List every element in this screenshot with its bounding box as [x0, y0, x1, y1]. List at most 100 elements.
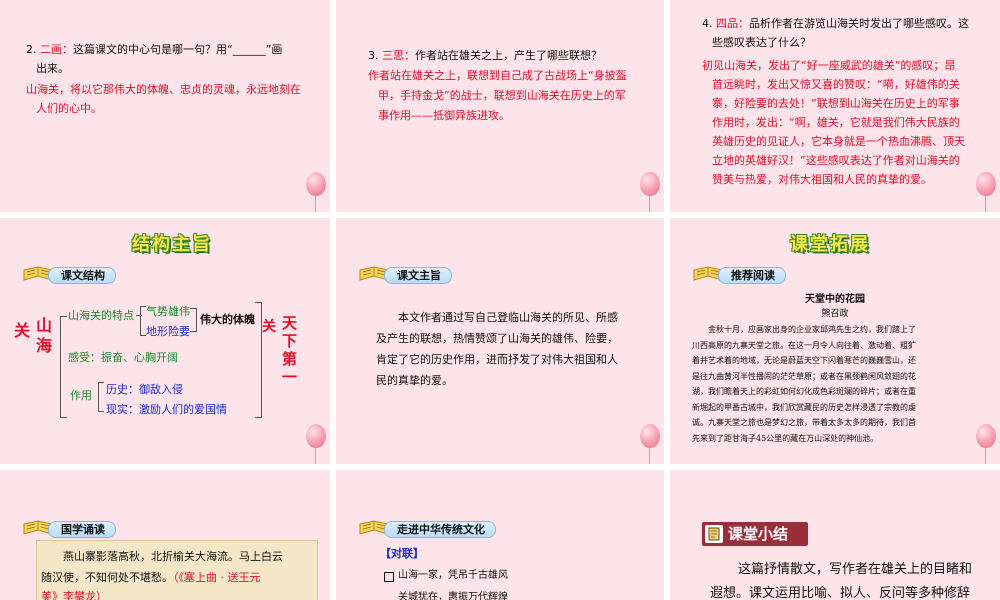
balloon-icon	[640, 424, 660, 464]
tag-classics: 国学诵读	[22, 518, 142, 538]
feeling-label: 感受：	[68, 351, 101, 364]
great-body: 伟大的体魄	[200, 313, 255, 326]
slide-traditional-culture: 走进中华传统文化 【对联】 山海一家，凭吊千古雄风 关城犹在，惠振万代辉煌	[336, 470, 664, 600]
tag-label: 推荐阅读	[718, 267, 786, 284]
section-title: 结构主旨	[132, 234, 212, 255]
couplet-line: 山海一家，凭吊千古雄风	[398, 570, 508, 581]
brace-features-right	[190, 308, 197, 332]
left-title-guan: 关	[14, 321, 31, 340]
right-title-char: 天	[282, 314, 298, 332]
theme-line: 及产生的联想，热情赞颂了山海关的雄伟、险要，	[376, 332, 618, 345]
tag-label: 国学诵读	[48, 521, 116, 538]
left-title-char: 海	[36, 336, 53, 355]
article-line: 新堀起的甲番古城中，我们欣赏藏民的历史怎样浸透了宗教的虔	[692, 402, 916, 412]
poem-text: 随汉使，不知何处不堪愁。	[41, 571, 173, 584]
article-title: 天堂中的花园	[805, 294, 865, 305]
right-title-char: 第	[282, 350, 298, 368]
poem-source-cont: 美》李攀龙）	[41, 590, 107, 600]
right-title-char: 下	[282, 332, 298, 350]
poem-source: （《塞上曲 · 送王元	[173, 571, 261, 584]
article-body: 金秋十月，应画家出身的企业家邱鸿先生之约，我们踏上了 川西高原的九寨天堂之旅。在…	[692, 322, 990, 446]
question-number: 2.	[26, 43, 37, 56]
branch-feeling: 感受：振奋、心胸开阔	[68, 348, 178, 367]
theme-line: 肯定了它的历史作用，进而抒发了对伟大祖国和人	[376, 353, 618, 366]
tag-text-structure: 课文结构	[22, 264, 142, 284]
left-title-char: 山	[36, 316, 53, 335]
article-author: 熊召政	[821, 309, 849, 319]
slide-structure: 结构主旨 课文结构 关 山 海 山海关的特点 气势雄伟 地形险要 伟大的体魄 关…	[0, 218, 330, 464]
function-reality: 现实：激励人们的爱国情	[106, 400, 227, 419]
question-tag: 四品：	[716, 17, 749, 30]
slide-summary: 课堂小结 这篇抒情散文，写作者在雄关上的目睹和 遐想。课文运用比喻、拟人、反问等…	[670, 470, 1000, 600]
article-line: 先来到了距甘海子45公里的藏在万山深处的神仙池。	[692, 433, 879, 443]
right-title-guan: 关	[262, 319, 276, 335]
question-text: 品析作者在游览山海关时发出了哪些感叹。这	[749, 17, 969, 30]
balloon-icon	[976, 172, 996, 212]
notebook-icon	[708, 527, 720, 541]
branch-features: 山海关的特点	[68, 309, 134, 322]
answer-line: 人们的心中。	[36, 102, 102, 115]
answer-line: 作用时，发出：“啊，雄关，它就是我们伟大民族的	[712, 116, 960, 129]
answer-line: 立地的英雄好汉！”这些感叹表达了作者对山海关的	[712, 154, 960, 167]
question-text: 这篇课文的中心句是哪一句？用“______”画	[73, 43, 283, 56]
question-4: 4. 四品：品析作者在游览山海关时发出了哪些感叹。这	[702, 14, 969, 33]
balloon-icon	[976, 424, 996, 464]
article-line: 湖，我们瞻着天上的彩虹如何幻化成色彩斑斓的碎片；或者在重	[692, 387, 916, 396]
couplet-line: 关城犹在，惠振万代辉煌	[398, 592, 508, 600]
tag-label: 课文结构	[48, 267, 116, 284]
feeling-value: 振奋、心胸开阔	[101, 351, 178, 364]
brace-main	[60, 316, 67, 418]
tag-traditional-culture: 走进中华传统文化	[358, 518, 508, 538]
history-label: 历史：	[106, 383, 139, 396]
reality-value: 激励人们的爱国情	[139, 403, 227, 416]
reality-label: 现实：	[106, 403, 139, 416]
poem-line: 燕山寨影落高秋，北折榆关大海流。马上白云	[63, 550, 283, 563]
slide-question-2: 2. 二画：这篇课文的中心句是哪一句？用“______”画 出来。 山海关，将以…	[0, 0, 330, 212]
slide-question-4: 4. 四品：品析作者在游览山海关时发出了哪些感叹。这 些感叹表达了什么？ 初见山…	[670, 0, 1000, 212]
article-line: 诚。九寨天堂之旅也是梦幻之旅，带着太多太多的期待，我们首	[692, 418, 916, 427]
summary-line: 这篇抒情散文，写作者在雄关上的目睹和	[738, 562, 973, 577]
left-title-shanhai: 山 海	[36, 316, 54, 356]
feature-terrain: 地形险要	[146, 325, 190, 338]
answer-line: 初见山海关，发出了“好一座威武的雄关”的感叹；昂	[702, 59, 956, 72]
tag-label: 课文主旨	[384, 267, 452, 284]
slide-extension: 课堂拓展 推荐阅读 天堂中的花园 熊召政 金秋十月，应画家出身的企业家邱鸿先生之…	[670, 218, 1000, 464]
article-line: 是往九曲黄河半性播闹的茫茫草原；或者在黑颈鹤闲风敛翅的花	[692, 371, 916, 381]
question-number: 3.	[368, 49, 379, 62]
history-value: 御敌入侵	[139, 383, 183, 396]
tag-text-theme: 课文主旨	[358, 264, 478, 284]
theme-line: 本文作者通过写自己登临山海关的所见、所感	[398, 311, 618, 324]
summary-badge-label: 课堂小结	[728, 525, 789, 543]
question-tag: 二画：	[40, 43, 73, 56]
right-title-char: 一	[282, 368, 298, 386]
answer-line: 赞美与热爱，对伟大祖国和人民的真挚的爱。	[712, 173, 932, 186]
slide-theme: 课文主旨 本文作者通过写自己登临山海关的所见、所感 及产生的联想，热情赞颂了山海…	[336, 218, 664, 464]
answer-line: 英雄历史的见证人，它本身就是一个热血沸腾、顶天	[712, 135, 965, 148]
balloon-icon	[306, 424, 326, 464]
slide-classics-recitation: 国学诵读 燕山寨影落高秋，北折榆关大海流。马上白云 随汉使，不知何处不堪愁。（《…	[0, 470, 330, 600]
question-text-cont: 出来。	[36, 62, 69, 75]
question-tag: 三思：	[382, 49, 415, 62]
brace-function	[98, 382, 104, 412]
right-title-first: 天 下 第 一	[282, 314, 300, 386]
summary-icon-box	[705, 525, 723, 543]
theme-line: 民的真挚的爱。	[376, 374, 453, 387]
checkbox-icon	[384, 572, 394, 582]
answer-line: 甲，手持金戈”的战士，联想到山海关在历史上的军	[378, 89, 626, 102]
balloon-icon	[640, 172, 660, 212]
balloon-icon	[306, 172, 326, 212]
question-text-cont: 些感叹表达了什么？	[712, 36, 811, 49]
couplet-heading: 【对联】	[380, 547, 424, 560]
poem-line: 随汉使，不知何处不堪愁。（《塞上曲 · 送王元	[41, 568, 261, 587]
question-2: 2. 二画：这篇课文的中心句是哪一句？用“______”画	[26, 40, 282, 59]
function-history: 历史：御敌入侵	[106, 380, 183, 399]
question-3: 3. 三思：作者站在雄关之上，产生了哪些联想？	[368, 46, 602, 65]
article-line: 金秋十月，应画家出身的企业家邱鸿先生之约，我们踏上了	[708, 325, 916, 334]
question-text: 作者站在雄关之上，产生了哪些联想？	[415, 49, 602, 62]
brace-right	[255, 302, 262, 418]
question-number: 4.	[702, 17, 713, 30]
answer-line: 作者站在雄关之上，联想到自己成了古战场上“身披盔	[368, 69, 627, 82]
section-title: 课堂拓展	[790, 234, 870, 255]
article-line: 着并艺术着的地域，无论是蔚蓝天空下闪着寒芒的巍巍雪山，还	[692, 356, 916, 365]
answer-line: 事作用——抵御异族进攻。	[378, 109, 510, 122]
